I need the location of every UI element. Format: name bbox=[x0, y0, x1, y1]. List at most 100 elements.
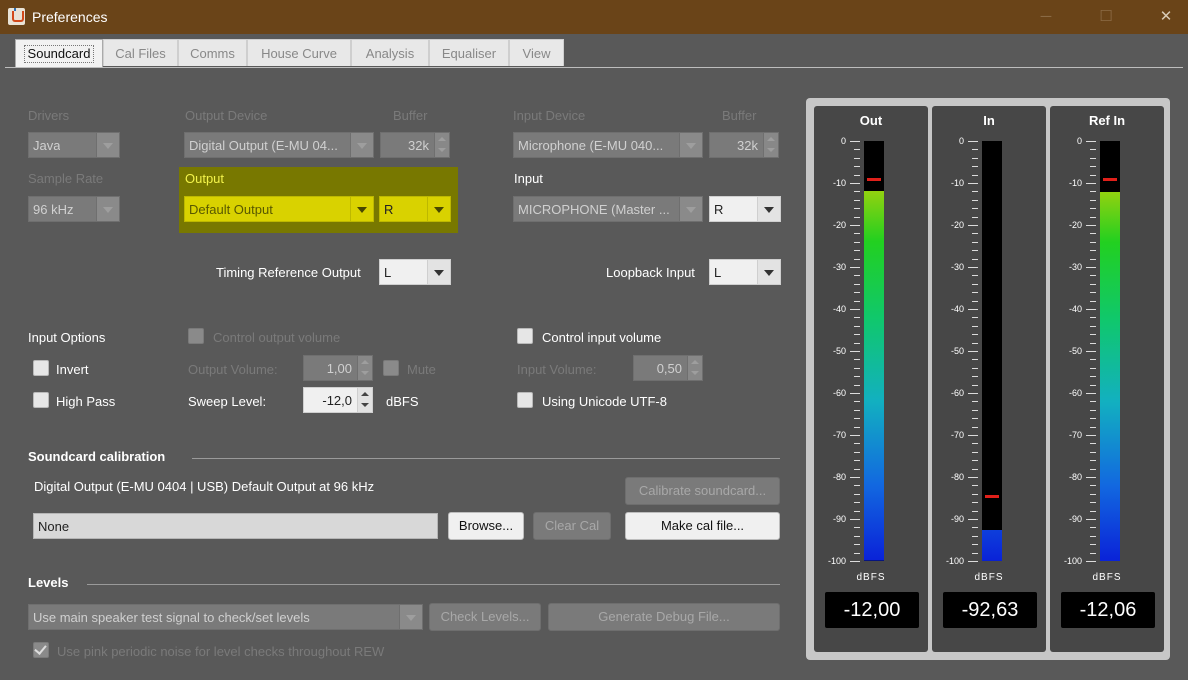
minor-tick bbox=[854, 174, 860, 176]
calibration-info: Digital Output (E-MU 0404 | USB) Default… bbox=[34, 479, 375, 494]
minor-tick bbox=[854, 292, 860, 294]
chevron-down-icon bbox=[679, 133, 702, 157]
tab-soundcard[interactable]: Soundcard bbox=[15, 39, 103, 68]
tick-label: -60 bbox=[950, 388, 964, 398]
tab-comms[interactable]: Comms bbox=[178, 39, 247, 66]
minor-tick bbox=[972, 283, 978, 285]
chevron-down-icon bbox=[399, 605, 422, 629]
high-pass-checkbox[interactable] bbox=[33, 392, 49, 408]
tab-analysis[interactable]: Analysis bbox=[351, 39, 429, 66]
sample-rate-select[interactable]: 96 kHz bbox=[28, 196, 120, 222]
major-tick bbox=[968, 225, 978, 226]
major-tick bbox=[850, 561, 860, 562]
minor-tick bbox=[854, 334, 860, 336]
tab-view[interactable]: View bbox=[509, 39, 564, 66]
tick-label: -90 bbox=[832, 514, 846, 524]
spinner-arrows-icon bbox=[687, 356, 702, 380]
invert-label: Invert bbox=[56, 362, 89, 377]
calibration-heading: Soundcard calibration bbox=[28, 449, 166, 464]
tick-label: -100 bbox=[1063, 556, 1082, 566]
meter-readout: -12,00 bbox=[825, 592, 919, 628]
generate-debug-file-button[interactable]: Generate Debug File... bbox=[548, 603, 780, 631]
input-channel-select[interactable]: R bbox=[709, 196, 781, 222]
tab-equaliser[interactable]: Equaliser bbox=[429, 39, 509, 66]
minor-tick bbox=[854, 300, 860, 302]
tick-label: -100 bbox=[945, 556, 964, 566]
minor-tick bbox=[1090, 292, 1096, 294]
tick-label: -30 bbox=[1068, 262, 1082, 272]
minor-tick bbox=[1090, 384, 1096, 386]
loopback-input-select[interactable]: L bbox=[709, 259, 781, 285]
output-buffer-label: Buffer bbox=[393, 108, 428, 123]
loopback-input-label: Loopback Input bbox=[606, 265, 695, 280]
minor-tick bbox=[854, 493, 860, 495]
calibration-divider bbox=[192, 458, 780, 459]
clear-cal-button[interactable]: Clear Cal bbox=[533, 512, 611, 540]
tab-cal-files[interactable]: Cal Files bbox=[103, 39, 178, 66]
tick-label: -90 bbox=[1068, 514, 1082, 524]
minor-tick bbox=[972, 317, 978, 319]
cal-file-field[interactable]: None bbox=[33, 513, 438, 539]
major-tick bbox=[968, 351, 978, 352]
in-meter: In 0 -10 -20 -30 -40 -50 -60 -70 -80 -90 -100 dBFS -9… bbox=[932, 106, 1046, 652]
tick-label: -60 bbox=[1068, 388, 1082, 398]
minor-tick bbox=[854, 241, 860, 243]
tick-label: -10 bbox=[1068, 178, 1082, 188]
minor-tick bbox=[1090, 460, 1096, 462]
minor-tick bbox=[1090, 241, 1096, 243]
drivers-select[interactable]: Java bbox=[28, 132, 120, 158]
pink-noise-checkbox[interactable] bbox=[33, 642, 49, 658]
tick-label: -40 bbox=[1068, 304, 1082, 314]
output-channel-select[interactable]: R bbox=[379, 196, 451, 222]
minor-tick bbox=[972, 166, 978, 168]
unicode-checkbox[interactable] bbox=[517, 392, 533, 408]
invert-checkbox[interactable] bbox=[33, 360, 49, 376]
close-button[interactable]: ✕ bbox=[1151, 6, 1181, 28]
chevron-down-icon bbox=[350, 133, 373, 157]
minor-tick bbox=[1090, 191, 1096, 193]
minimize-button[interactable]: ─ bbox=[1031, 6, 1061, 28]
minor-tick bbox=[972, 367, 978, 369]
input-label: Input bbox=[514, 171, 543, 186]
input-buffer-spinner[interactable]: 32k bbox=[709, 132, 779, 158]
minor-tick bbox=[854, 283, 860, 285]
minor-tick bbox=[854, 199, 860, 201]
minor-tick bbox=[854, 502, 860, 504]
levels-mode-select[interactable]: Use main speaker test signal to check/se… bbox=[28, 604, 423, 630]
minor-tick bbox=[972, 502, 978, 504]
mute-checkbox[interactable] bbox=[383, 360, 399, 376]
meter-bar bbox=[1100, 141, 1120, 561]
minor-tick bbox=[1090, 216, 1096, 218]
check-levels-button[interactable]: Check Levels... bbox=[429, 603, 541, 631]
minor-tick bbox=[1090, 544, 1096, 546]
minor-tick bbox=[1090, 376, 1096, 378]
minor-tick bbox=[1090, 199, 1096, 201]
browse-button[interactable]: Browse... bbox=[448, 512, 524, 540]
major-tick bbox=[968, 267, 978, 268]
sweep-level-spinner[interactable]: -12,0 bbox=[303, 387, 373, 413]
control-input-volume-checkbox[interactable] bbox=[517, 328, 533, 344]
output-volume-spinner[interactable]: 1,00 bbox=[303, 355, 373, 381]
maximize-button[interactable]: ☐ bbox=[1091, 6, 1121, 28]
tab-house-curve[interactable]: House Curve bbox=[247, 39, 351, 66]
major-tick bbox=[968, 141, 978, 142]
major-tick bbox=[850, 519, 860, 520]
timing-reference-select[interactable]: L bbox=[379, 259, 451, 285]
output-buffer-spinner[interactable]: 32k bbox=[380, 132, 450, 158]
chevron-down-icon bbox=[679, 197, 702, 221]
minor-tick bbox=[854, 250, 860, 252]
calibrate-soundcard-button[interactable]: Calibrate soundcard... bbox=[625, 477, 780, 505]
minor-tick bbox=[972, 258, 978, 260]
control-output-volume-checkbox[interactable] bbox=[188, 328, 204, 344]
minor-tick bbox=[1090, 359, 1096, 361]
minor-tick bbox=[972, 325, 978, 327]
input-select[interactable]: MICROPHONE (Master ... bbox=[513, 196, 703, 222]
major-tick bbox=[850, 267, 860, 268]
make-cal-file-button[interactable]: Make cal file... bbox=[625, 512, 780, 540]
input-volume-spinner[interactable]: 0,50 bbox=[633, 355, 703, 381]
input-device-select[interactable]: Microphone (E-MU 040... bbox=[513, 132, 703, 158]
output-select[interactable]: Default Output bbox=[184, 196, 374, 222]
output-device-select[interactable]: Digital Output (E-MU 04... bbox=[184, 132, 374, 158]
tick-label: -10 bbox=[832, 178, 846, 188]
minor-tick bbox=[854, 468, 860, 470]
